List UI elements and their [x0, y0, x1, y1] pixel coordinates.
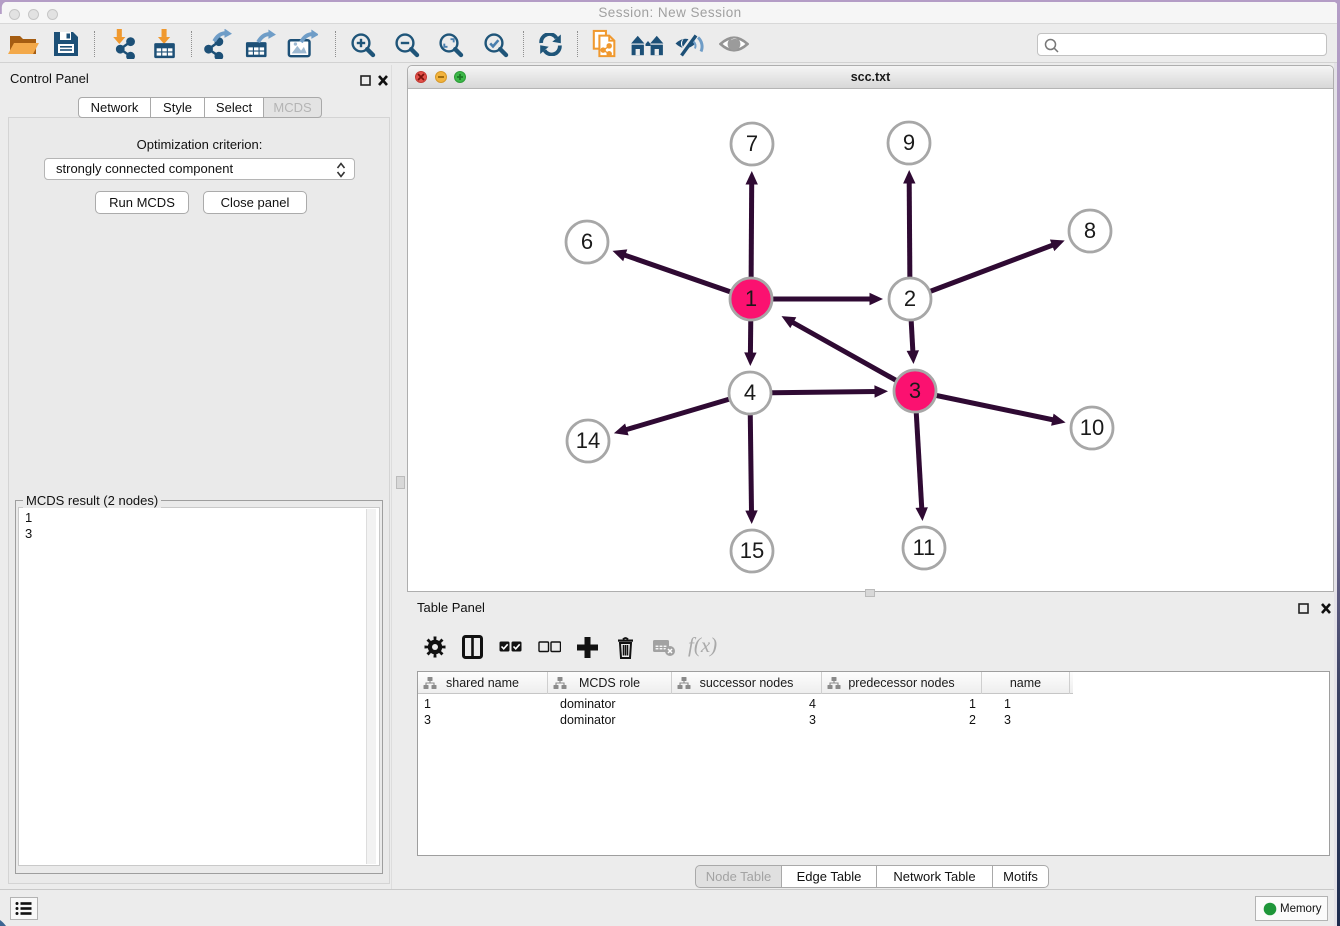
- svg-text:8: 8: [1084, 218, 1096, 243]
- svg-text:1: 1: [745, 286, 757, 311]
- svg-text:2: 2: [904, 286, 916, 311]
- svg-text:7: 7: [746, 131, 758, 156]
- svg-text:4: 4: [744, 380, 756, 405]
- svg-text:9: 9: [903, 130, 915, 155]
- svg-text:3: 3: [909, 378, 921, 403]
- svg-text:15: 15: [740, 538, 764, 563]
- svg-text:10: 10: [1080, 415, 1104, 440]
- svg-text:6: 6: [581, 229, 593, 254]
- svg-text:11: 11: [913, 535, 936, 560]
- svg-text:14: 14: [576, 428, 600, 453]
